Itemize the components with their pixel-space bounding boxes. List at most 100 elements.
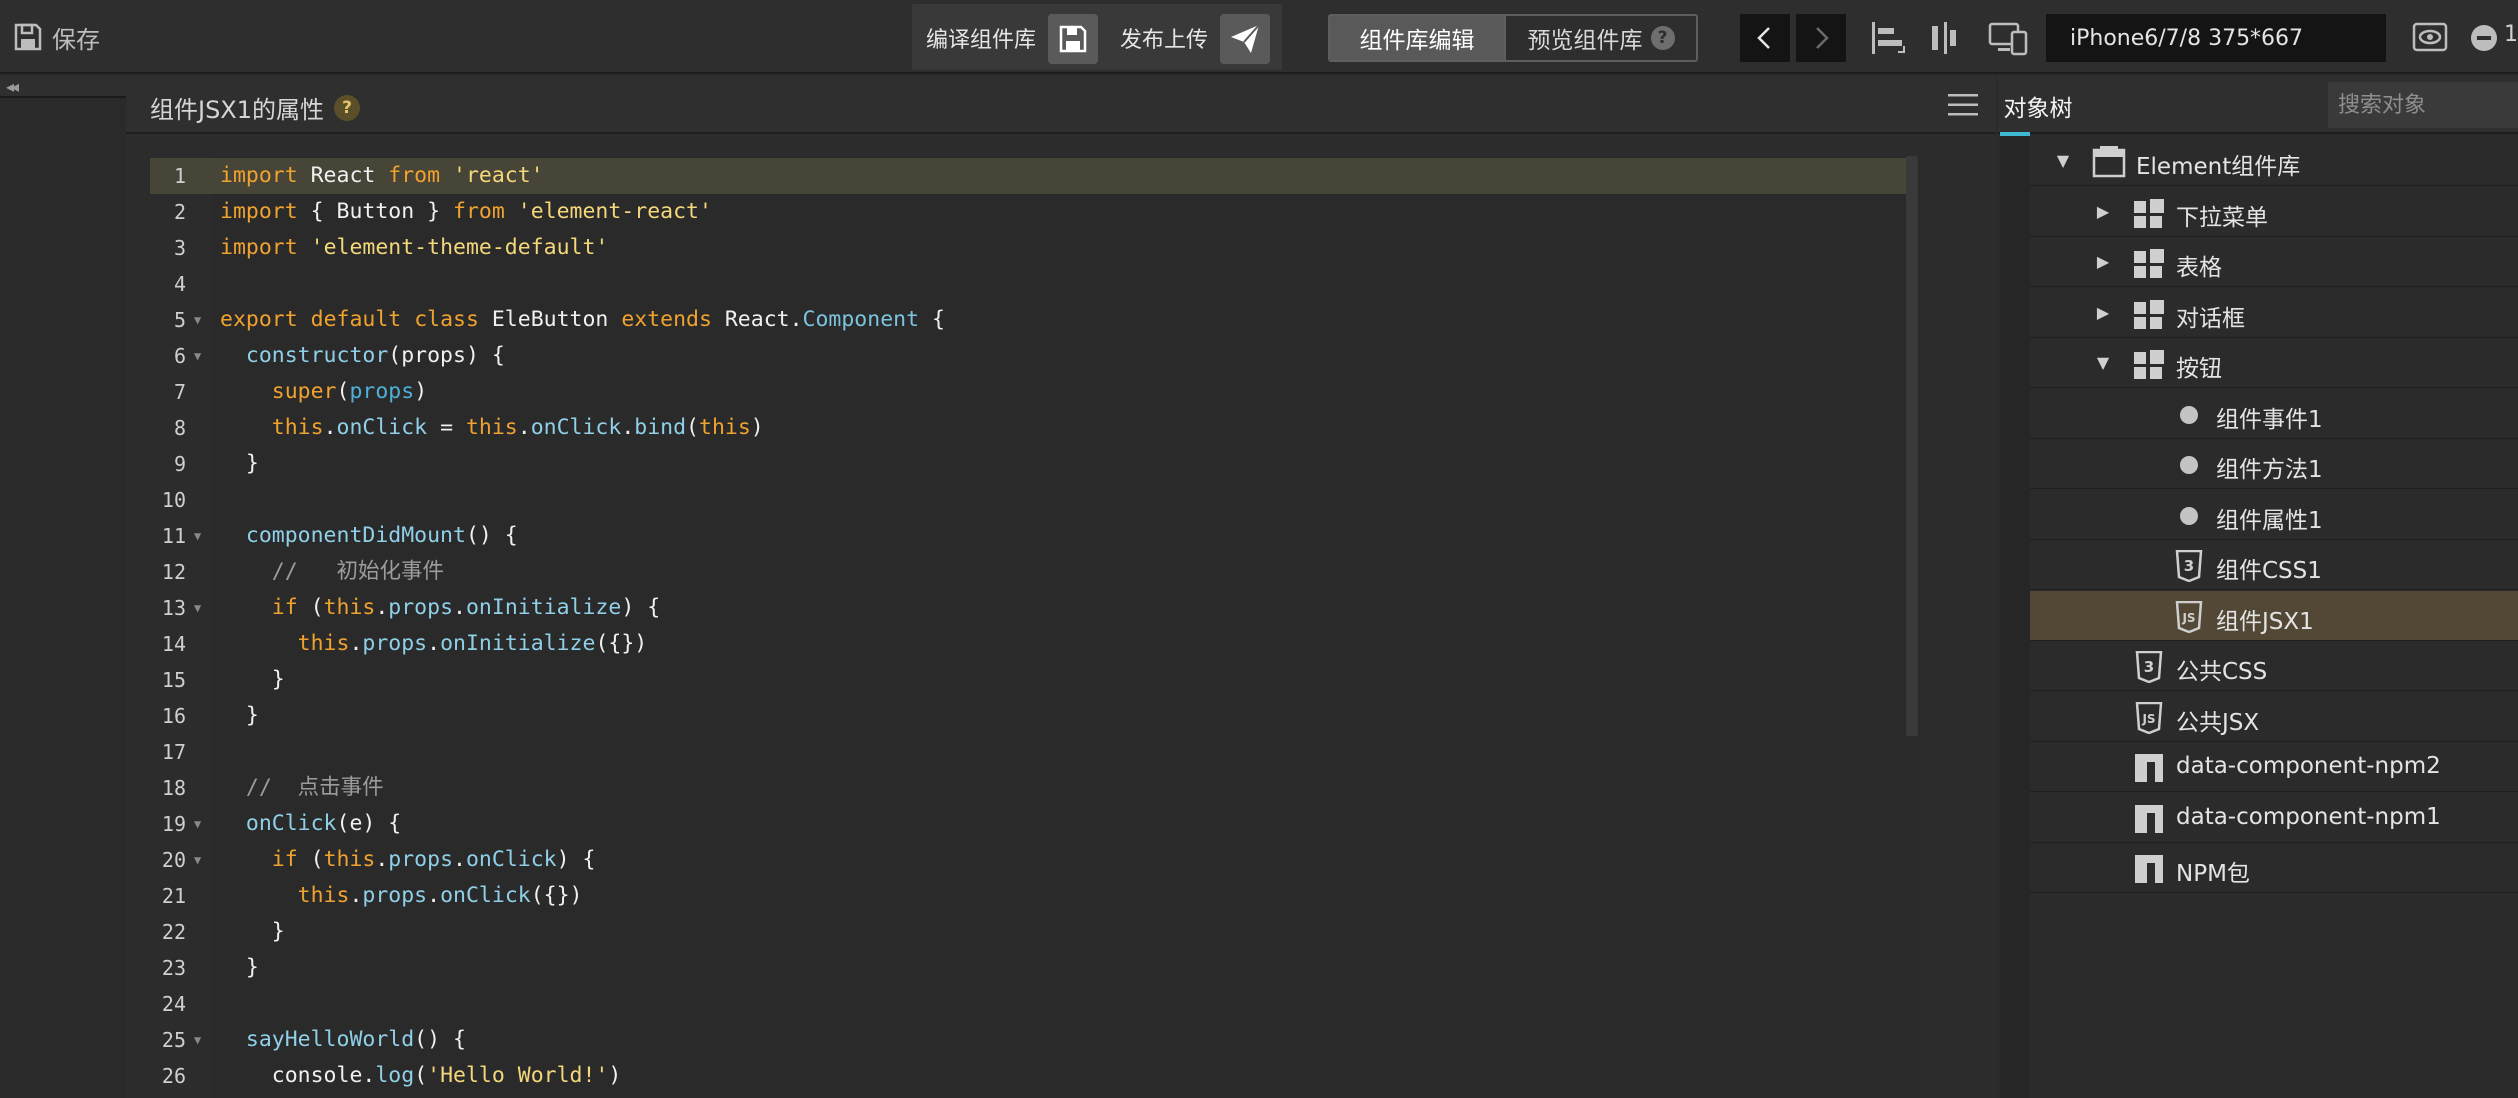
- line-number: 16: [161, 704, 186, 728]
- caret-right-icon[interactable]: ▶: [2094, 253, 2112, 271]
- code-token: 'element-theme-default': [310, 235, 609, 260]
- editor-scrollbar[interactable]: [1906, 156, 1918, 736]
- forward-button[interactable]: [1796, 14, 1846, 62]
- caret-right-icon[interactable]: ▶: [2094, 303, 2112, 322]
- tree-item[interactable]: 组件方法1: [2030, 439, 2518, 489]
- tree-item[interactable]: ▶ 对话框: [2030, 288, 2518, 338]
- fold-arrow-icon[interactable]: ▼: [194, 590, 201, 626]
- code-text: import 'element-theme-default': [220, 230, 608, 266]
- tree-gutter: [2000, 136, 2030, 1098]
- code-line[interactable]: 24: [150, 986, 1906, 1022]
- tree-item[interactable]: 3 公共CSS: [2030, 641, 2518, 691]
- top-toolbar: 保存 编译组件库 发布上传 组件库编辑 预览组件库 ? iPhone6/7/8 …: [0, 0, 2518, 74]
- code-line[interactable]: 19 ▼ onClick(e) {: [150, 806, 1906, 842]
- code-line[interactable]: 17: [150, 734, 1906, 770]
- code-line[interactable]: 18 // 点击事件: [150, 770, 1906, 806]
- caret-down-icon[interactable]: ▼: [2054, 152, 2072, 170]
- align-center-button[interactable]: [1922, 16, 1966, 60]
- tab-object-tree[interactable]: 对象树: [2000, 76, 2076, 136]
- panel-title: 组件JSX1的属性 ?: [150, 90, 361, 125]
- code-line[interactable]: 9 }: [150, 446, 1906, 482]
- tree-item-label: NPM包: [2176, 861, 2250, 887]
- search-objects-input[interactable]: [2328, 82, 2518, 128]
- code-line[interactable]: 7 super(props): [150, 374, 1906, 410]
- tree-item[interactable]: ▼ Element组件库: [2030, 136, 2518, 186]
- code-line[interactable]: 10: [150, 482, 1906, 518]
- code-line[interactable]: 1 import React from 'react': [150, 158, 1906, 194]
- help-icon[interactable]: ?: [334, 94, 361, 121]
- tree-item[interactable]: NPM包: [2030, 843, 2518, 893]
- code-text: console.log('Hello World!'): [220, 1058, 622, 1094]
- code-line[interactable]: 2 import { Button } from 'element-react': [150, 194, 1906, 230]
- code-line[interactable]: 15 }: [150, 662, 1906, 698]
- code-token: ({}): [595, 631, 648, 656]
- code-line[interactable]: 3 import 'element-theme-default': [150, 230, 1906, 266]
- tree-item[interactable]: JS 公共JSX: [2030, 692, 2518, 742]
- fold-arrow-icon[interactable]: ▼: [194, 338, 201, 374]
- code-line[interactable]: 21 this.props.onClick({}): [150, 878, 1906, 914]
- code-line[interactable]: 6 ▼ constructor(props) {: [150, 338, 1906, 374]
- fold-arrow-icon[interactable]: ▼: [194, 1022, 201, 1058]
- fold-arrow-icon[interactable]: ▼: [194, 842, 201, 878]
- object-tree-panel: 对象树 ▼ Element组件库 ▶ 下拉菜单 ▶ 表格 ▶ 对话框 ▼ 按钮组件事件1 组件方法1…: [1998, 76, 2518, 1098]
- code-line[interactable]: 26 console.log('Hello World!'): [150, 1058, 1906, 1094]
- caret-down-icon[interactable]: ▼: [2094, 354, 2112, 372]
- code-editor[interactable]: 1 import React from 'react' 2 import { Butt…: [150, 156, 1920, 1098]
- code-token: super: [271, 379, 337, 404]
- caret-right-icon[interactable]: ▶: [2094, 202, 2112, 221]
- code-line[interactable]: 11 ▼ componentDidMount() {: [150, 518, 1906, 554]
- back-button[interactable]: [1740, 14, 1790, 62]
- code-line[interactable]: 16 }: [150, 698, 1906, 734]
- code-line[interactable]: 20 ▼ if (this.props.onClick) {: [150, 842, 1906, 878]
- code-line[interactable]: 4: [150, 266, 1906, 302]
- code-line[interactable]: 14 this.props.onInitialize({}): [150, 626, 1906, 662]
- tree-item[interactable]: ▶ 下拉菜单: [2030, 187, 2518, 237]
- code-line[interactable]: 13 ▼ if (this.props.onInitialize) {: [150, 590, 1906, 626]
- tree-item[interactable]: data-component-npm1: [2030, 793, 2518, 843]
- tree-item[interactable]: 组件属性1: [2030, 490, 2518, 540]
- align-left-button[interactable]: [1866, 16, 1910, 60]
- tree-item[interactable]: ▶ 表格: [2030, 237, 2518, 287]
- code-token: }: [220, 451, 259, 476]
- code-line[interactable]: 22 }: [150, 914, 1906, 950]
- code-token: (: [297, 847, 324, 872]
- code-line[interactable]: 8 this.onClick = this.onClick.bind(this): [150, 410, 1906, 446]
- collapse-icon[interactable]: ◂◂: [6, 77, 19, 96]
- save-label: 保存: [52, 25, 100, 54]
- mode-edit-tab[interactable]: 组件库编辑: [1330, 16, 1504, 60]
- code-text: // 初始化事件: [220, 554, 444, 590]
- device-select[interactable]: iPhone6/7/8 375*667: [2046, 14, 2386, 62]
- tree-item[interactable]: JS 组件JSX1: [2030, 590, 2518, 641]
- tree-item[interactable]: ▼ 按钮: [2030, 338, 2518, 388]
- save-button[interactable]: 保存: [12, 18, 100, 56]
- code-token: .: [427, 631, 441, 656]
- code-token: .: [453, 595, 466, 620]
- code-line[interactable]: 5 ▼ export default class EleButton extends…: [150, 302, 1906, 338]
- tree-item[interactable]: 组件事件1: [2030, 389, 2518, 439]
- tree-item[interactable]: data-component-npm2: [2030, 742, 2518, 792]
- line-number: 14: [161, 632, 186, 656]
- properties-panel: 组件JSX1的属性 ? 1 import React from 'react' 2 i…: [126, 76, 1996, 1098]
- code-text: // 点击事件: [220, 770, 384, 806]
- code-token: }: [220, 955, 259, 980]
- code-line[interactable]: 12 // 初始化事件: [150, 554, 1906, 590]
- fold-arrow-icon[interactable]: ▼: [194, 518, 201, 554]
- device-toggle-button[interactable]: [1986, 16, 2030, 60]
- code-line[interactable]: 25 ▼ sayHelloWorld() {: [150, 1022, 1906, 1058]
- tree-item[interactable]: 3 组件CSS1: [2030, 540, 2518, 590]
- zoom-out-icon[interactable]: [2470, 24, 2498, 52]
- compile-button[interactable]: [1048, 14, 1098, 64]
- help-icon[interactable]: ?: [1650, 26, 1675, 50]
- code-text: }: [220, 446, 259, 482]
- code-line[interactable]: 23 }: [150, 950, 1906, 986]
- code-text: onClick(e) {: [220, 806, 401, 842]
- publish-button[interactable]: [1220, 14, 1270, 64]
- preview-eye-icon[interactable]: [2412, 22, 2448, 52]
- menu-icon[interactable]: [1948, 92, 1978, 118]
- fold-arrow-icon[interactable]: ▼: [194, 302, 201, 338]
- fold-arrow-icon[interactable]: ▼: [194, 806, 201, 842]
- mode-preview-tab[interactable]: 预览组件库 ?: [1504, 16, 1696, 60]
